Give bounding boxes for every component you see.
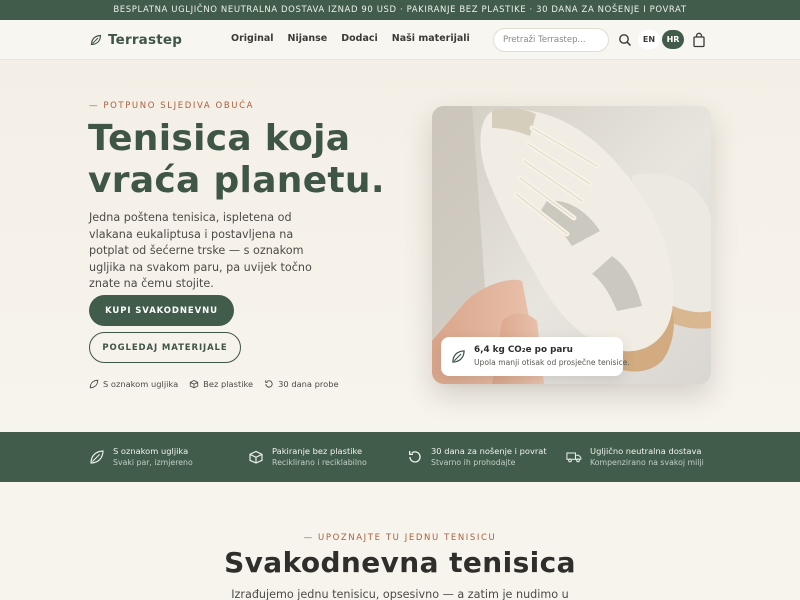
perk-trial-label: 30 dana probe (278, 379, 339, 389)
return-icon (409, 451, 421, 463)
box-icon (249, 450, 263, 464)
intro-text: Izrađujemo jednu tenisicu, opsesivno — a… (231, 588, 569, 600)
search-input[interactable]: Pretraži Terrastep... (493, 28, 609, 52)
badge-title: 6,4 kg CO₂e po paru (474, 345, 573, 355)
carbon-badge: 6,4 kg CO₂e po paru Upola manji otisak o… (441, 337, 630, 376)
nav-link-nijanse[interactable]: Nijanse (288, 33, 328, 44)
main-nav: Original Nijanse Dodaci Naši materijali (231, 33, 484, 44)
feature-title: Ugljično neutralna dostava (590, 446, 702, 456)
perk-trial: 30 dana probe (264, 379, 339, 389)
feature-subtitle: Reciklirano i reciklabilno (272, 458, 367, 467)
feature-shipping: Ugljično neutralna dostava Kompenzirano … (566, 432, 704, 482)
features-bar: S oznakom ugljika Svaki par, izmjereno P… (0, 432, 800, 482)
nav-link-original[interactable]: Original (231, 33, 274, 44)
leaf-icon (452, 350, 465, 363)
feature-title: 30 dana za nošenje i povrat (431, 446, 547, 456)
intro-eyebrow: — UPOZNAJTE TU JEDNU TENISICU (303, 533, 497, 543)
logo[interactable]: Terrastep (90, 32, 182, 48)
perk-plastic: Bez plastike (189, 379, 253, 389)
leaf-logo-icon (90, 34, 102, 46)
shop-button[interactable]: KUPI SVAKODNEVNU (89, 295, 234, 326)
feature-carbon: S oznakom ugljika Svaki par, izmjereno (89, 432, 193, 482)
language-switcher: EN HR (638, 30, 684, 49)
feature-subtitle: Stvarno ih prohodajte (431, 458, 516, 467)
hero-perks: S oznakom ugljika Bez plastike 30 dana p… (89, 379, 339, 389)
hero-title-line2: vraća planetu. (88, 160, 385, 201)
leaf-icon (90, 450, 104, 464)
leaf-icon (89, 379, 99, 389)
feature-subtitle: Kompenzirano na svakoj milji (590, 458, 704, 467)
feature-subtitle: Svaki par, izmjereno (113, 458, 193, 467)
nav-link-materijali[interactable]: Naši materijali (392, 33, 470, 44)
badge-subtitle: Upola manji otisak od prosječne tenisice… (474, 358, 630, 367)
logo-text: Terrastep (108, 32, 183, 48)
hero-title: Tenisica koja vraća planetu. (88, 118, 408, 202)
materials-button[interactable]: POGLEDAJ MATERIJALE (89, 332, 241, 363)
feature-title: Pakiranje bez plastike (272, 446, 363, 456)
feature-returns: 30 dana za nošenje i povrat Stvarno ih p… (407, 432, 547, 482)
perk-carbon-label: S oznakom ugljika (103, 379, 179, 389)
perk-plastic-label: Bez plastike (203, 379, 254, 389)
perk-carbon: S oznakom ugljika (89, 379, 178, 389)
hero-eyebrow: — POTPUNO SLJEDIVA OBUĆA (89, 101, 255, 111)
search-icon[interactable] (618, 33, 632, 47)
hero-lead: Jedna poštena tenisica, ispletena od vla… (89, 211, 312, 290)
shopping-bag-icon[interactable] (692, 32, 706, 48)
intro-title: Svakodnevna tenisica (224, 546, 576, 579)
lang-hr-button[interactable]: HR (662, 30, 684, 49)
feature-packaging: Pakiranje bez plastike Reciklirano i rec… (248, 432, 367, 482)
announcement-bar: BESPLATNA UGLJIČNO NEUTRALNA DOSTAVA IZN… (0, 0, 800, 20)
return-icon (265, 380, 273, 388)
nav-link-dodaci[interactable]: Dodaci (341, 33, 378, 44)
box-icon (190, 380, 199, 389)
site-header: Terrastep Original Nijanse Dodaci Naši m… (0, 20, 800, 60)
truck-icon (566, 452, 582, 463)
announcement-text: BESPLATNA UGLJIČNO NEUTRALNA DOSTAVA IZN… (113, 5, 687, 15)
hero-title-line1: Tenisica koja (88, 118, 351, 159)
lang-en-button[interactable]: EN (638, 30, 660, 49)
feature-title: S oznakom ugljika (113, 446, 189, 456)
